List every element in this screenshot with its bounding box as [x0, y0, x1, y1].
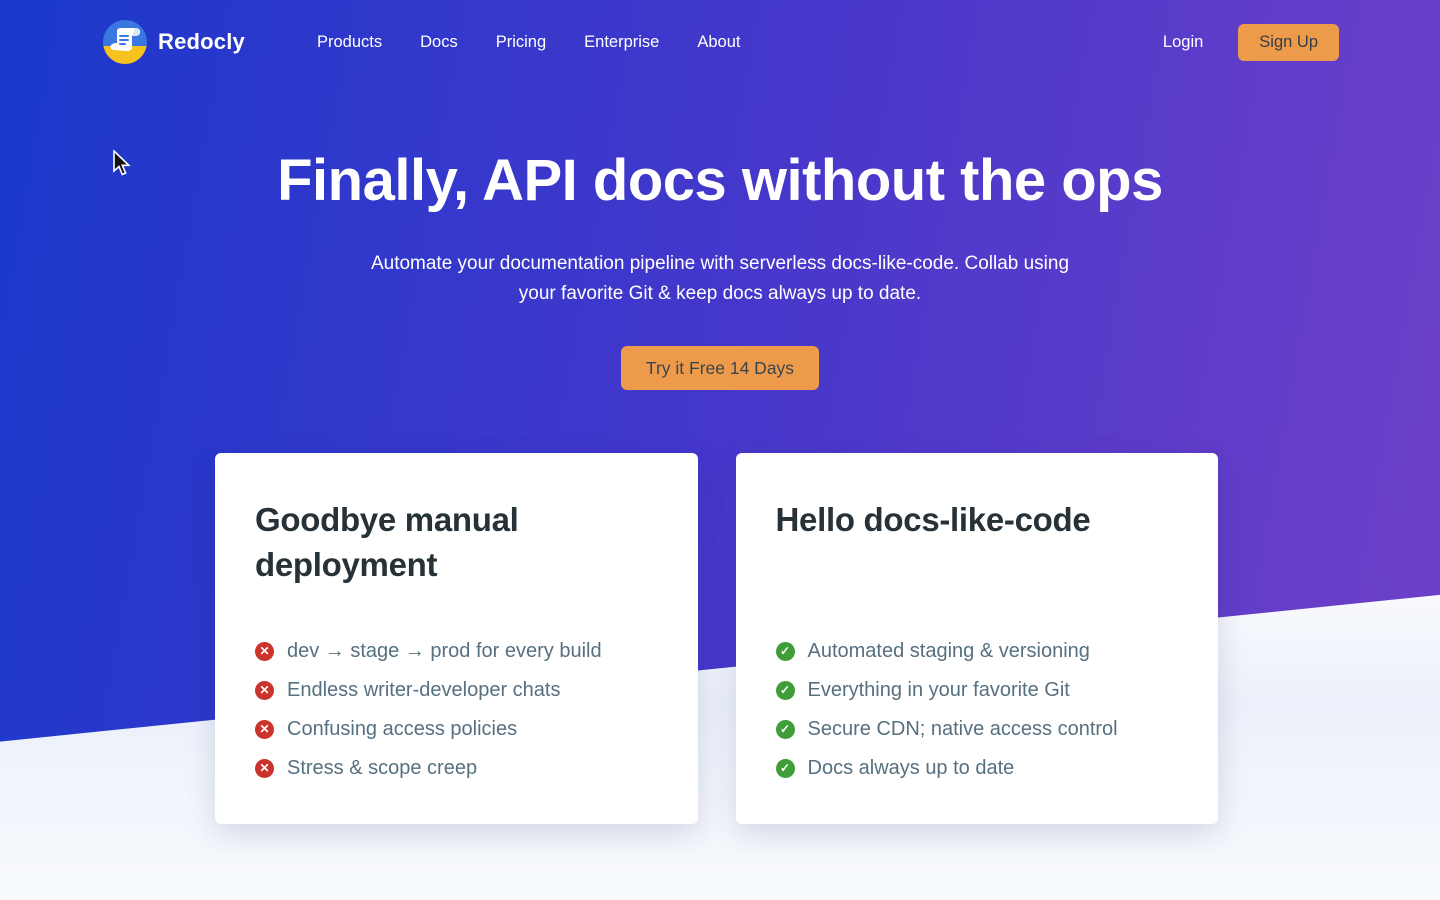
list-item-text: Stress & scope creep — [287, 757, 477, 780]
free-trial-button[interactable]: Try it Free 14 Days — [621, 346, 819, 390]
list-item-text: Endless writer-developer chats — [287, 679, 560, 702]
check-circle-icon: ✓ — [776, 759, 795, 778]
card-title: Hello docs-like-code — [776, 497, 1179, 587]
hero-section: Finally, API docs without the ops Automa… — [0, 0, 1440, 390]
hero-title: Finally, API docs without the ops — [0, 150, 1440, 212]
list-item: ✕ Endless writer-developer chats — [255, 671, 658, 710]
check-circle-icon: ✓ — [776, 720, 795, 739]
list-item: ✓ Everything in your favorite Git — [776, 671, 1179, 710]
card-hello-docs-like-code: Hello docs-like-code ✓ Automated staging… — [736, 453, 1219, 824]
list-item: ✕ Confusing access policies — [255, 710, 658, 749]
list-item: ✕ Stress & scope creep — [255, 749, 658, 788]
cross-circle-icon: ✕ — [255, 681, 274, 700]
comparison-cards: Goodbye manual deployment ✕ dev → stage … — [215, 453, 1218, 824]
list-item-text: Everything in your favorite Git — [808, 679, 1070, 702]
list-item-text: Confusing access policies — [287, 718, 517, 741]
list-item-text: Docs always up to date — [808, 757, 1015, 780]
landing-page: Redocly Products Docs Pricing Enterprise… — [0, 0, 1440, 900]
cross-circle-icon: ✕ — [255, 759, 274, 778]
list-item-text: Secure CDN; native access control — [808, 718, 1118, 741]
list-item: ✓ Automated staging & versioning — [776, 632, 1179, 671]
mouse-cursor-icon — [112, 150, 132, 178]
cross-circle-icon: ✕ — [255, 720, 274, 739]
pros-list: ✓ Automated staging & versioning ✓ Every… — [776, 632, 1179, 788]
list-item: ✕ dev → stage → prod for every build — [255, 632, 658, 671]
card-title: Goodbye manual deployment — [255, 497, 658, 587]
card-goodbye-manual-deployment: Goodbye manual deployment ✕ dev → stage … — [215, 453, 698, 824]
list-item: ✓ Secure CDN; native access control — [776, 710, 1179, 749]
list-item-text: dev → stage → prod for every build — [287, 640, 602, 663]
hero-subtitle: Automate your documentation pipeline wit… — [370, 249, 1070, 309]
cons-list: ✕ dev → stage → prod for every build ✕ E… — [255, 632, 658, 788]
list-item: ✓ Docs always up to date — [776, 749, 1179, 788]
check-circle-icon: ✓ — [776, 681, 795, 700]
check-circle-icon: ✓ — [776, 642, 795, 661]
list-item-text: Automated staging & versioning — [808, 640, 1090, 663]
cross-circle-icon: ✕ — [255, 642, 274, 661]
